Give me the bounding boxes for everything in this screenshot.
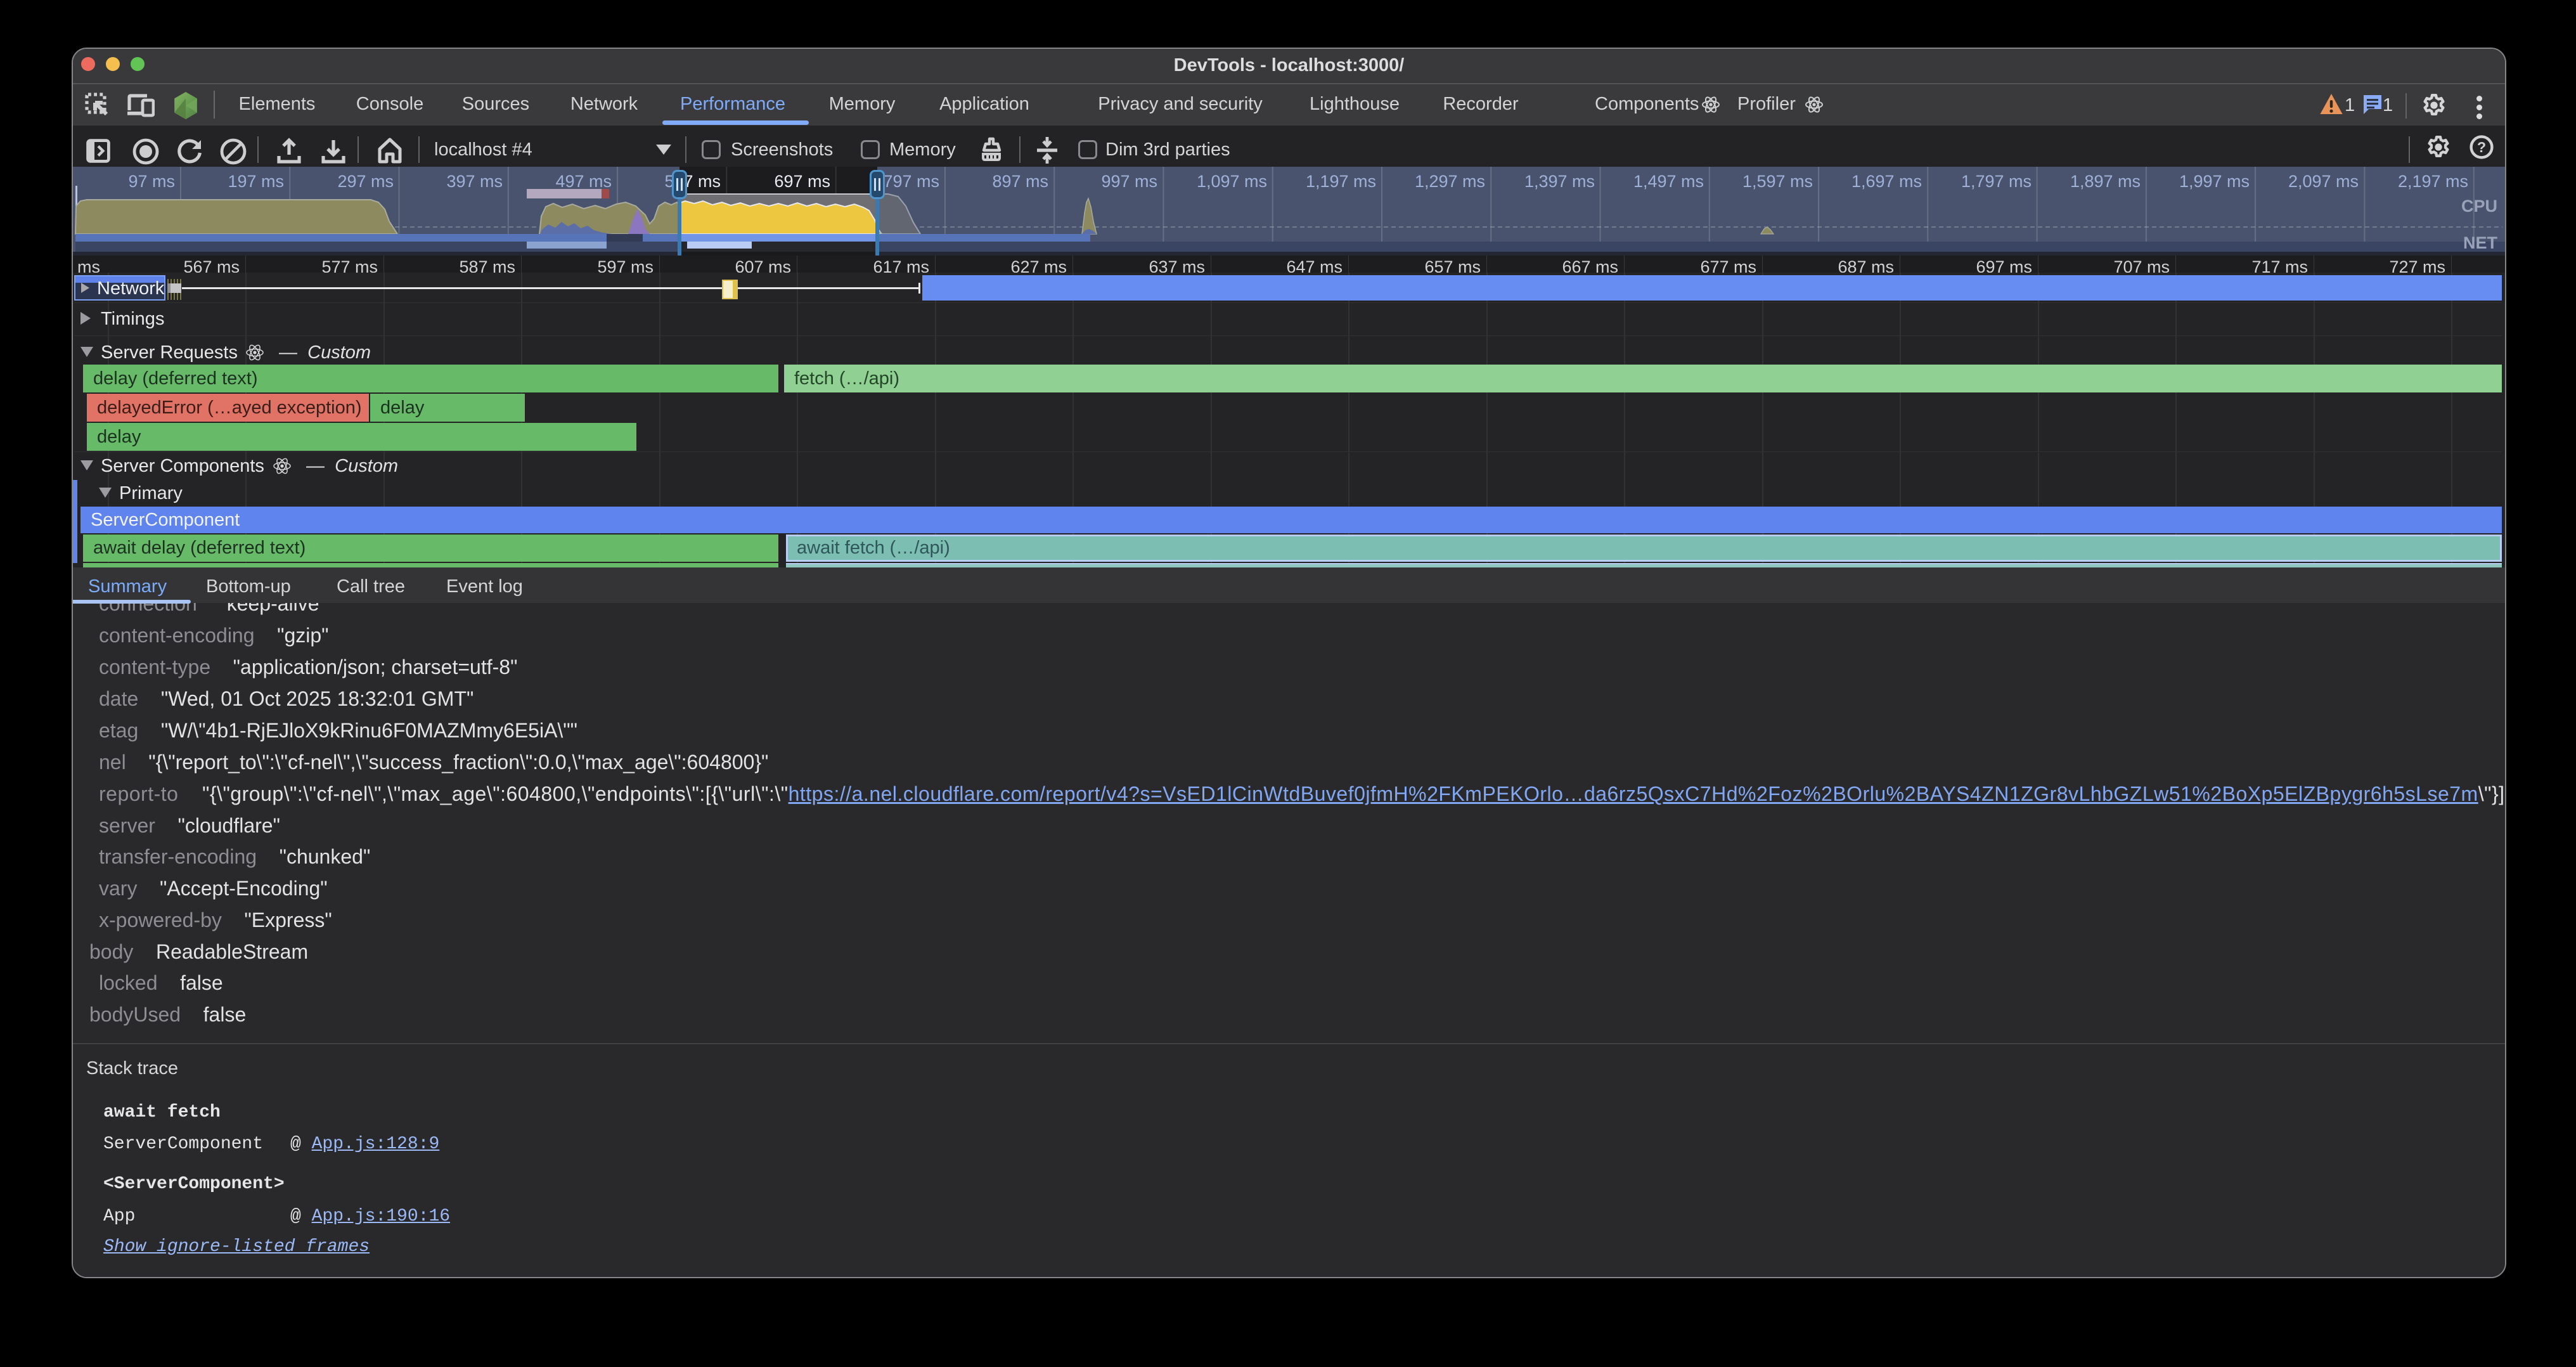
- svg-text:?: ?: [2477, 139, 2486, 155]
